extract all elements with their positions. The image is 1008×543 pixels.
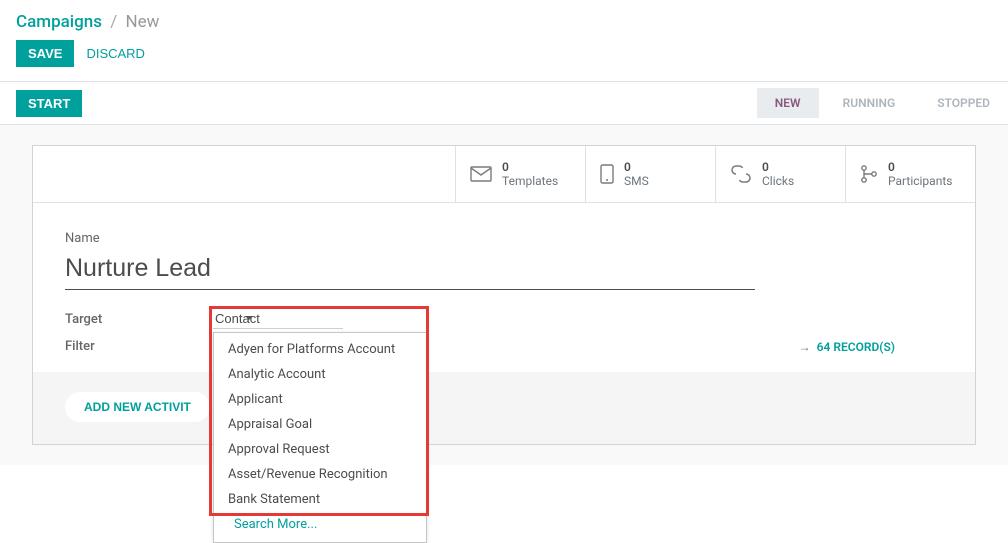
- breadcrumb: Campaigns / New: [0, 0, 1008, 40]
- dropdown-item[interactable]: Bank Statement: [214, 487, 426, 512]
- dropdown-item[interactable]: Approval Request: [214, 437, 426, 462]
- breadcrumb-main[interactable]: Campaigns: [16, 12, 102, 32]
- mobile-icon: [600, 164, 614, 184]
- dropdown-item[interactable]: Applicant: [214, 387, 426, 412]
- dropdown-item[interactable]: Analytic Account: [214, 362, 426, 387]
- stat-clicks[interactable]: 0 Clicks: [715, 146, 845, 202]
- arrow-right-icon: →: [799, 340, 811, 354]
- form-card: 0 Templates 0 SMS 0 Clicks: [32, 145, 976, 445]
- dropdown-search-more[interactable]: Search More...: [214, 512, 426, 538]
- statusbar: START NEW RUNNING STOPPED: [0, 81, 1008, 125]
- templates-label: Templates: [502, 174, 558, 188]
- name-input[interactable]: [65, 252, 755, 290]
- target-input[interactable]: [213, 310, 343, 329]
- branch-icon: [860, 164, 878, 184]
- status-running[interactable]: RUNNING: [819, 88, 914, 118]
- stat-sms[interactable]: 0 SMS: [585, 146, 715, 202]
- sms-count: 0: [624, 160, 649, 174]
- breadcrumb-current: New: [125, 12, 159, 32]
- target-dropdown-menu: Adyen for Platforms Account Analytic Acc…: [213, 332, 427, 543]
- records-link[interactable]: 64 RECORD(S): [817, 340, 895, 354]
- stat-participants[interactable]: 0 Participants: [845, 146, 975, 202]
- status-stopped[interactable]: STOPPED: [913, 88, 1008, 118]
- participants-count: 0: [888, 160, 952, 174]
- activity-bar: ADD NEW ACTIVIT: [33, 372, 975, 444]
- clicks-count: 0: [762, 160, 794, 174]
- link-icon: [730, 165, 752, 183]
- dropdown-item[interactable]: Asset/Revenue Recognition: [214, 462, 426, 487]
- envelope-icon: [470, 166, 492, 182]
- dropdown-item[interactable]: Appraisal Goal: [214, 412, 426, 437]
- filter-label: Filter: [65, 339, 213, 354]
- action-toolbar: SAVE DISCARD: [0, 40, 1008, 81]
- status-new[interactable]: NEW: [757, 88, 819, 118]
- participants-label: Participants: [888, 174, 952, 188]
- stat-templates[interactable]: 0 Templates: [455, 146, 585, 202]
- add-activity-button[interactable]: ADD NEW ACTIVIT: [65, 392, 210, 422]
- target-label: Target: [65, 310, 213, 329]
- sms-label: SMS: [624, 174, 649, 188]
- clicks-label: Clicks: [762, 174, 794, 188]
- breadcrumb-sep: /: [110, 12, 117, 32]
- dropdown-item[interactable]: Adyen for Platforms Account: [214, 337, 426, 362]
- status-steps: NEW RUNNING STOPPED: [757, 88, 1008, 118]
- start-button[interactable]: START: [16, 90, 82, 117]
- save-button[interactable]: SAVE: [16, 40, 74, 67]
- name-label: Name: [65, 231, 943, 246]
- stat-row: 0 Templates 0 SMS 0 Clicks: [33, 146, 975, 203]
- templates-count: 0: [502, 160, 558, 174]
- discard-button[interactable]: DISCARD: [86, 46, 145, 61]
